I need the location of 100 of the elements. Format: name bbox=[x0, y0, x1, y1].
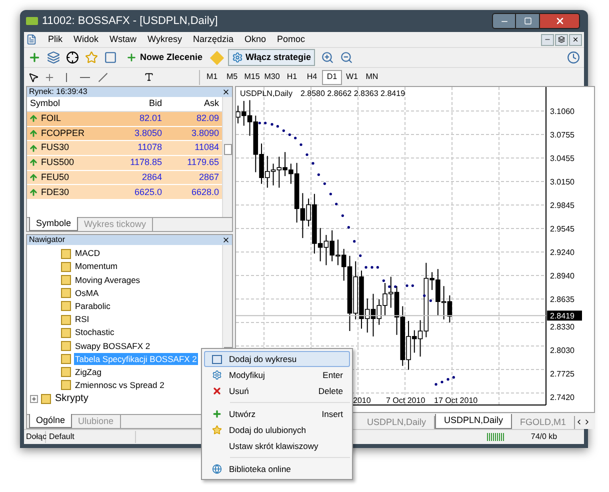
mdi-minimize-button[interactable] bbox=[541, 34, 554, 46]
cursor-icon[interactable] bbox=[28, 72, 39, 82]
panel-title: Nawigator bbox=[29, 234, 66, 246]
chart-tab[interactable]: USDPLN,Daily bbox=[435, 414, 512, 429]
symbol-cell-text: FCOPPER bbox=[41, 126, 85, 140]
menu-item[interactable]: Pomoc bbox=[277, 32, 306, 46]
tree-item[interactable]: Moving Averages bbox=[74, 274, 142, 286]
crosshair-icon[interactable] bbox=[66, 51, 79, 64]
strategy-button[interactable]: Włącz strategie bbox=[228, 49, 316, 66]
quote-row[interactable]: FUS30 11078 11084 bbox=[27, 141, 222, 156]
indicator-icon bbox=[61, 354, 71, 364]
context-menu-item[interactable]: Dodaj do wykresu bbox=[204, 351, 350, 367]
shortcut-label: Enter bbox=[322, 368, 343, 382]
text-tool-icon[interactable] bbox=[144, 72, 154, 82]
tree-item[interactable]: Swapy BOSSAFX 2 bbox=[74, 340, 152, 352]
menu-item[interactable]: Wykresy bbox=[148, 32, 182, 46]
vertical-line-icon[interactable] bbox=[66, 72, 67, 82]
star-icon[interactable] bbox=[85, 51, 98, 64]
price-label: 2.8635 bbox=[550, 295, 574, 304]
context-menu-item[interactable]: Usuń Delete bbox=[204, 383, 350, 399]
clock-icon[interactable] bbox=[567, 51, 580, 64]
context-menu-item[interactable]: Modyfikuj Enter bbox=[204, 367, 350, 383]
close-button[interactable] bbox=[540, 13, 580, 29]
context-menu-item[interactable]: Ustaw skrót klawiszowy bbox=[204, 438, 350, 454]
symbol-cell-text: FOIL bbox=[41, 112, 62, 126]
shortcut-label: Insert bbox=[322, 408, 343, 420]
profiles-icon[interactable] bbox=[47, 51, 60, 64]
tree-item[interactable]: MACD bbox=[74, 247, 102, 260]
column-header[interactable]: Bid bbox=[108, 97, 165, 111]
sar-dot bbox=[300, 143, 302, 146]
bid-cell-text: 82.01 bbox=[138, 112, 163, 126]
context-menu-item[interactable]: Utwórz Insert bbox=[204, 406, 350, 422]
sar-dot bbox=[270, 123, 274, 126]
column-header[interactable]: Ask bbox=[165, 97, 222, 111]
tree-item[interactable]: ZigZag bbox=[74, 366, 102, 379]
tree-item[interactable]: Momentum bbox=[74, 260, 119, 274]
tree-item[interactable]: RSI bbox=[74, 313, 90, 326]
quote-row[interactable]: FDE30 6625.0 6628.0 bbox=[27, 185, 222, 200]
timeframe-button[interactable]: MN bbox=[362, 70, 382, 84]
close-icon[interactable] bbox=[222, 236, 230, 244]
context-menu-item[interactable]: Biblioteka online bbox=[204, 461, 350, 477]
quote-row[interactable]: FCOPPER 3.8050 3.8090 bbox=[27, 126, 222, 142]
horizontal-line-icon[interactable] bbox=[80, 76, 90, 78]
timeframe-button[interactable]: H1 bbox=[282, 70, 302, 84]
mdi-close-button[interactable] bbox=[569, 34, 582, 46]
menu-item[interactable]: Narzędzia bbox=[192, 32, 234, 46]
price-label: 2.8330 bbox=[550, 322, 574, 332]
timeframe-button[interactable]: M15 bbox=[242, 70, 262, 84]
quote-row[interactable]: FUS500 1178.85 1179.65 bbox=[27, 156, 222, 171]
sar-dot bbox=[370, 266, 374, 269]
tree-item[interactable]: Zmiennosc vs Spread 2 bbox=[74, 379, 166, 392]
new-order-button[interactable]: Nowe Zlecenie bbox=[123, 50, 206, 64]
menu-item[interactable]: Plik bbox=[48, 32, 63, 46]
sar-dot bbox=[376, 266, 379, 269]
tree-item[interactable]: Skrypty bbox=[54, 391, 90, 406]
menu-item[interactable]: Wstaw bbox=[110, 32, 137, 46]
crosshair-tool-icon[interactable] bbox=[44, 72, 55, 82]
gear-icon bbox=[212, 370, 222, 380]
window-icon[interactable] bbox=[104, 51, 117, 64]
zoom-in-icon[interactable] bbox=[321, 51, 334, 64]
ask-cell-text: 11084 bbox=[194, 141, 220, 154]
indicator-icon bbox=[61, 367, 71, 378]
price-label: 2.9545 bbox=[550, 224, 574, 234]
scrollbar[interactable] bbox=[222, 97, 232, 217]
mdi-restore-button[interactable] bbox=[555, 34, 568, 46]
new-chart-icon[interactable] bbox=[28, 51, 41, 64]
timeframe-button[interactable]: M1 bbox=[202, 70, 222, 84]
ask-cell-text: 6628.0 bbox=[190, 186, 220, 199]
timeframe-button[interactable]: M30 bbox=[262, 70, 282, 84]
date-label: 17 Oct 2010 bbox=[434, 396, 478, 405]
panel-tab[interactable]: Ogólne bbox=[29, 414, 72, 428]
tree-item[interactable]: Stochastic bbox=[74, 326, 116, 340]
close-icon[interactable] bbox=[222, 88, 230, 96]
timeframe-button[interactable]: D1 bbox=[322, 70, 342, 84]
indicator-icon bbox=[61, 274, 71, 285]
tree-item[interactable]: Parabolic bbox=[74, 300, 112, 313]
tree-expander[interactable] bbox=[30, 394, 38, 403]
zoom-out-icon[interactable] bbox=[340, 51, 354, 64]
column-header[interactable]: Symbol bbox=[27, 97, 108, 111]
menu-item[interactable]: Okno bbox=[244, 32, 266, 46]
date-label: 7 Oct 2010 bbox=[386, 396, 426, 405]
indicator-icon bbox=[61, 328, 71, 338]
sar-dot bbox=[359, 254, 362, 257]
up-arrow-icon bbox=[29, 129, 38, 138]
timeframe-button[interactable]: W1 bbox=[342, 70, 362, 84]
sar-dot bbox=[388, 285, 391, 288]
quote-row[interactable]: FEU50 2864 2867 bbox=[27, 170, 222, 186]
menu-item[interactable]: Widok bbox=[74, 32, 99, 46]
minimize-button[interactable] bbox=[492, 13, 516, 29]
quote-row[interactable]: FOIL 82.01 82.09 bbox=[27, 112, 222, 127]
indicator-icon bbox=[61, 248, 71, 259]
maximize-button[interactable] bbox=[516, 13, 540, 29]
timeframe-button[interactable]: H4 bbox=[302, 70, 322, 84]
context-menu-item[interactable]: Dodaj do ulubionych bbox=[204, 422, 350, 438]
restore-icon bbox=[558, 36, 565, 43]
panel-tab[interactable]: Symbole bbox=[29, 217, 78, 231]
star-icon bbox=[212, 425, 222, 435]
price-label: 3.0150 bbox=[550, 178, 574, 186]
tree-item[interactable]: OsMA bbox=[74, 286, 100, 300]
timeframe-button[interactable]: M5 bbox=[222, 70, 242, 84]
